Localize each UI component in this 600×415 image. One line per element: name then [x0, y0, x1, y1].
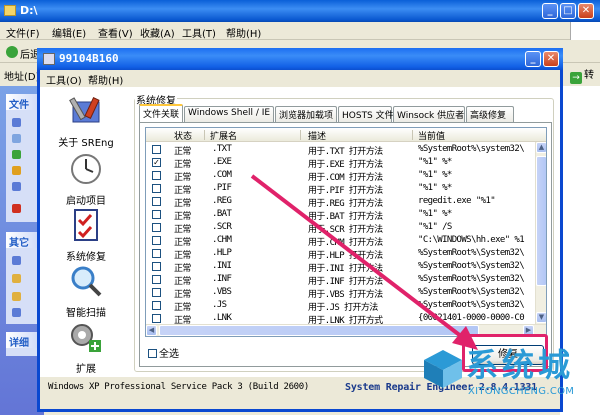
- site-watermark: 系统城 XITONGCHENG.COM: [420, 338, 598, 408]
- watermark-url: XITONGCHENG.COM: [468, 386, 575, 397]
- watermark-text: 系统城: [466, 346, 575, 384]
- watermark-logo-icon: [424, 350, 462, 388]
